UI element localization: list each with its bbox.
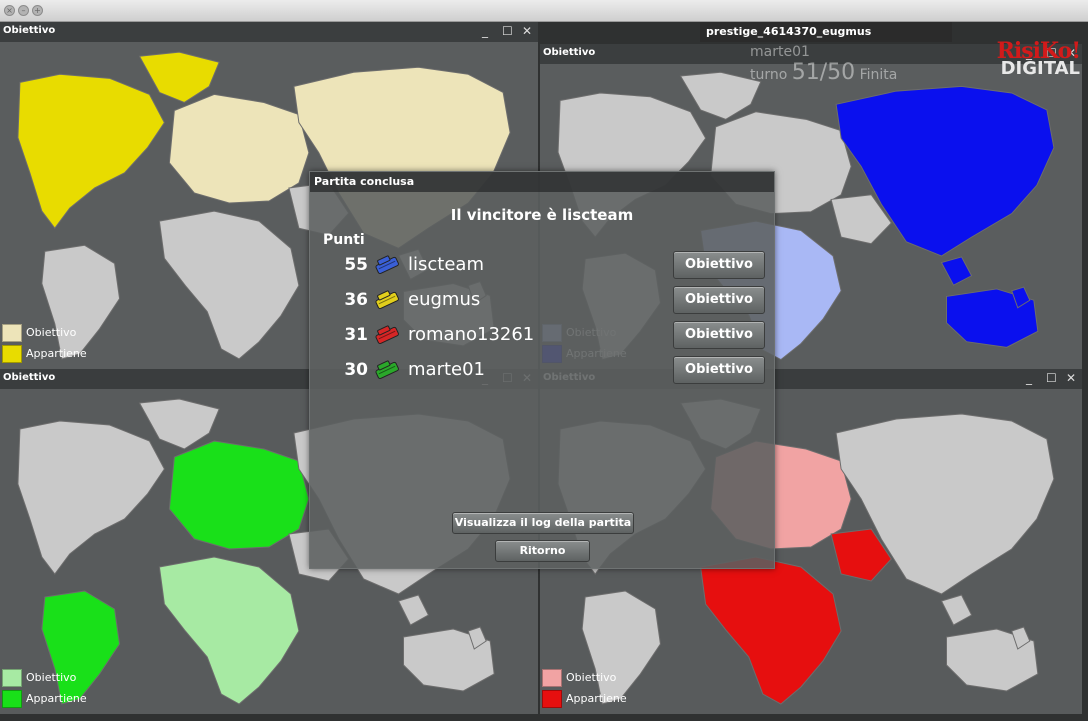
legend-item: Appartiene <box>2 343 87 364</box>
window-titlebar: × – + <box>0 0 1088 22</box>
status-turn-label: turno <box>750 67 788 83</box>
legend-label: Appartiene <box>26 347 87 360</box>
view-log-button[interactable]: Visualizza il log della partita <box>452 512 634 534</box>
legend-item: Obiettivo <box>2 667 87 688</box>
player-points: 36 <box>344 290 368 310</box>
player-row: 36 eugmus Obiettivo <box>310 286 774 316</box>
legend-swatch <box>2 668 22 687</box>
legend-item: Obiettivo <box>542 667 627 688</box>
minimize-icon[interactable]: _ <box>482 25 488 37</box>
player-name: eugmus <box>408 289 481 310</box>
minimize-window-icon[interactable]: – <box>18 5 29 16</box>
window-title: prestige_4614370_eugmus <box>700 22 952 42</box>
legend-swatch <box>2 344 22 363</box>
close-window-icon[interactable]: × <box>4 5 15 16</box>
player-row: 55 liscteam Obiettivo <box>310 251 774 281</box>
objective-button[interactable]: Obiettivo <box>673 251 765 279</box>
close-icon[interactable]: ✕ <box>1066 372 1076 384</box>
background-status: marte01 turno 51/50 Finita <box>750 44 897 85</box>
back-button[interactable]: Ritorno <box>495 540 590 562</box>
risiko-logo: RisiKo! DIGITAL <box>968 38 1081 88</box>
army-tank-icon <box>372 287 402 313</box>
game-over-dialog: Partita conclusa Il vincitore è liscteam… <box>309 171 775 569</box>
legend-item: Appartiene <box>542 688 627 709</box>
status-state: Finita <box>859 67 898 83</box>
player-row: 30 marte01 Obiettivo <box>310 356 774 386</box>
status-turn: 51/50 <box>791 60 856 85</box>
legend-label: Obiettivo <box>566 671 617 684</box>
player-points: 31 <box>344 325 368 345</box>
maximize-icon[interactable]: ☐ <box>502 25 513 37</box>
player-points: 55 <box>344 255 368 275</box>
map-legend: Obiettivo Appartiene <box>2 667 87 709</box>
minimize-icon[interactable]: _ <box>1026 372 1032 384</box>
logo-line2: DIGITAL <box>1000 58 1080 79</box>
legend-swatch <box>2 323 22 342</box>
pane-title: Obiettivo <box>0 22 538 42</box>
objective-button[interactable]: Obiettivo <box>673 286 765 314</box>
status-player: marte01 <box>750 44 810 60</box>
map-legend: Obiettivo Appartiene <box>542 667 627 709</box>
objective-button[interactable]: Obiettivo <box>673 356 765 384</box>
legend-label: Appartiene <box>26 692 87 705</box>
points-label: Punti <box>323 232 365 248</box>
dialog-title: Partita conclusa <box>310 172 774 192</box>
zoom-window-icon[interactable]: + <box>32 5 43 16</box>
legend-swatch <box>2 689 22 708</box>
player-row: 31 romano13261 Obiettivo <box>310 321 774 351</box>
army-tank-icon <box>372 252 402 278</box>
maximize-icon[interactable]: ☐ <box>1046 372 1057 384</box>
player-name: romano13261 <box>408 324 535 345</box>
legend-item: Appartiene <box>2 688 87 709</box>
legend-label: Appartiene <box>566 692 627 705</box>
territory-eu[interactable] <box>168 440 310 550</box>
objective-button[interactable]: Obiettivo <box>673 321 765 349</box>
player-name: marte01 <box>408 359 486 380</box>
army-tank-icon <box>372 322 402 348</box>
legend-label: Obiettivo <box>26 671 77 684</box>
map-legend: Obiettivo Appartiene <box>2 322 87 364</box>
legend-label: Obiettivo <box>26 326 77 339</box>
legend-swatch <box>542 689 562 708</box>
winner-text: Il vincitore è liscteam <box>450 206 634 224</box>
player-name: liscteam <box>408 254 484 275</box>
territory-eu[interactable] <box>168 93 310 204</box>
army-tank-icon <box>372 357 402 383</box>
close-icon[interactable]: ✕ <box>522 25 532 37</box>
legend-item: Obiettivo <box>2 322 87 343</box>
player-points: 30 <box>344 360 368 380</box>
legend-swatch <box>542 668 562 687</box>
